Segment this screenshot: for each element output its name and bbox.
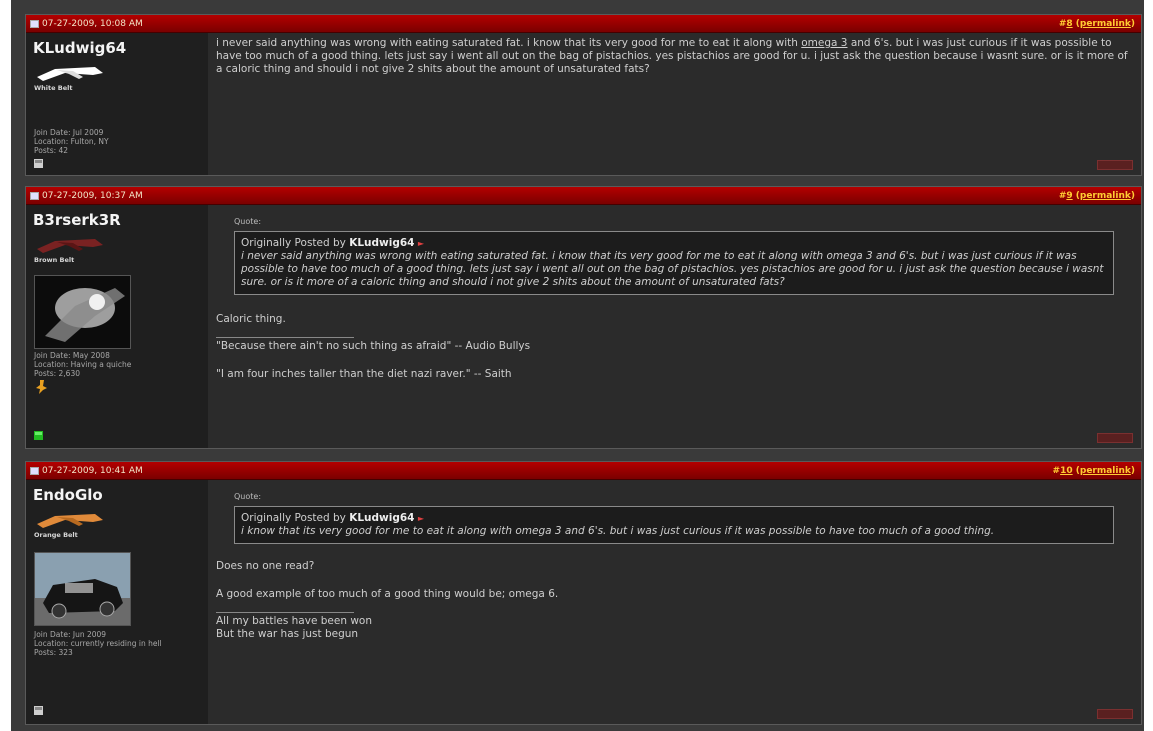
user-rank: Brown Belt [34, 256, 75, 264]
view-post-icon[interactable]: ► [418, 514, 424, 523]
post-message: i never said anything was wrong with eat… [216, 37, 1133, 76]
post-icon [30, 19, 39, 28]
post-date: 07-27-2009, 10:37 AM [30, 191, 143, 201]
quote-author: KLudwig64 [349, 512, 415, 524]
quote-attribution: Originally Posted by KLudwig64 ► [241, 512, 1105, 525]
reply-text-2: A good example of too much of a good thi… [216, 588, 559, 600]
post-number-link[interactable]: 8 [1066, 19, 1072, 29]
post-date-text: 07-27-2009, 10:08 AM [42, 18, 143, 29]
post-count: Posts: 2,630 [34, 369, 80, 378]
user-pane: KLudwig64 White Belt Join Date: Jul 2009… [26, 33, 208, 175]
user-meta: Join Date: May 2008 Location: Having a q… [34, 351, 204, 378]
post-10: 07-27-2009, 10:41 AM #10 (permalink) End… [25, 461, 1142, 725]
post-content: Quote: Originally Posted by KLudwig64 ► … [208, 480, 1141, 724]
post-header: 07-27-2009, 10:08 AM #8 (permalink) [26, 15, 1141, 33]
brown-belt-icon [37, 239, 103, 253]
signature-line-1: All my battles have been won [216, 615, 372, 627]
avatar-image [35, 553, 130, 625]
post-number: #9 (permalink) [1058, 190, 1135, 201]
join-date: Join Date: Jul 2009 [34, 128, 104, 137]
quote-author: KLudwig64 [349, 237, 415, 249]
user-rank: White Belt [34, 84, 73, 92]
location: Location: Fulton, NY [34, 137, 109, 146]
report-button[interactable] [1097, 709, 1133, 719]
post-count: Posts: 42 [34, 146, 69, 155]
signature-line-2: But the war has just begun [216, 628, 359, 640]
username[interactable]: KLudwig64 [33, 39, 126, 57]
signature-divider [216, 337, 354, 338]
quote-text: i know that its very good for me to eat … [241, 525, 995, 537]
post-icon [30, 466, 39, 475]
offline-icon [34, 706, 43, 715]
offline-icon [34, 159, 43, 168]
avatar [34, 552, 131, 626]
reply-text: Caloric thing. [216, 313, 286, 325]
post-content: Quote: Originally Posted by KLudwig64 ► … [208, 205, 1141, 448]
post-date-text: 07-27-2009, 10:41 AM [42, 465, 143, 476]
user-pane: B3rserk3R Brown Belt Join Date: May 2008 [26, 205, 208, 448]
white-belt-icon [37, 67, 103, 81]
post-content: i never said anything was wrong with eat… [208, 33, 1141, 175]
post-8: 07-27-2009, 10:08 AM #8 (permalink) KLud… [25, 14, 1142, 176]
signature-divider [216, 612, 354, 613]
quote-prefix: Originally Posted by [241, 512, 346, 524]
user-rank: Orange Belt [34, 531, 78, 539]
view-post-icon[interactable]: ► [418, 239, 424, 248]
location: Location: Having a quiche [34, 360, 132, 369]
post-number: #10 (permalink) [1052, 465, 1135, 476]
quote-prefix: Originally Posted by [241, 237, 346, 249]
post-icon [30, 191, 39, 200]
online-icon [34, 431, 43, 440]
signature-line-2: "I am four inches taller than the diet n… [216, 368, 512, 380]
post-number-link[interactable]: 10 [1060, 466, 1073, 476]
post-number-link[interactable]: 9 [1066, 191, 1072, 201]
post-date-text: 07-27-2009, 10:37 AM [42, 190, 143, 201]
avatar [34, 275, 131, 349]
post-9: 07-27-2009, 10:37 AM #9 (permalink) B3rs… [25, 186, 1142, 449]
thread-container: 07-27-2009, 10:08 AM #8 (permalink) KLud… [11, 0, 1144, 731]
orange-belt-icon [37, 514, 103, 528]
join-date: Join Date: Jun 2009 [34, 630, 107, 639]
omega3-link[interactable]: omega 3 [801, 37, 847, 49]
post-header: 07-27-2009, 10:41 AM #10 (permalink) [26, 462, 1141, 480]
permalink[interactable]: permalink [1080, 19, 1131, 29]
award-icon [36, 380, 47, 394]
permalink[interactable]: permalink [1080, 466, 1131, 476]
username[interactable]: EndoGlo [33, 486, 103, 504]
post-header: 07-27-2009, 10:37 AM #9 (permalink) [26, 187, 1141, 205]
post-count: Posts: 323 [34, 648, 73, 657]
reply-text-1: Does no one read? [216, 560, 315, 572]
quote-box: Originally Posted by KLudwig64 ► i never… [234, 231, 1114, 295]
join-date: Join Date: May 2008 [34, 351, 110, 360]
quote-label: Quote: [234, 217, 262, 226]
avatar-image [35, 276, 130, 348]
quote-box: Originally Posted by KLudwig64 ► i know … [234, 506, 1114, 544]
message-text: i never said anything was wrong with eat… [216, 37, 802, 49]
post-date: 07-27-2009, 10:08 AM [30, 19, 143, 29]
permalink[interactable]: permalink [1080, 191, 1131, 201]
location: Location: currently residing in hell [34, 639, 162, 648]
report-button[interactable] [1097, 160, 1133, 170]
post-number: #8 (permalink) [1058, 18, 1135, 29]
quote-label: Quote: [234, 492, 262, 501]
post-date: 07-27-2009, 10:41 AM [30, 466, 143, 476]
quote-attribution: Originally Posted by KLudwig64 ► [241, 237, 1105, 250]
quote-text: i never said anything was wrong with eat… [241, 250, 1104, 288]
report-button[interactable] [1097, 433, 1133, 443]
user-pane: EndoGlo Orange Belt Join Date: Jun 2009 … [26, 480, 208, 724]
user-meta: Join Date: Jun 2009 Location: currently … [34, 630, 204, 657]
signature-line-1: "Because there ain't no such thing as af… [216, 340, 531, 352]
user-meta: Join Date: Jul 2009 Location: Fulton, NY… [34, 128, 204, 155]
username[interactable]: B3rserk3R [33, 211, 121, 229]
